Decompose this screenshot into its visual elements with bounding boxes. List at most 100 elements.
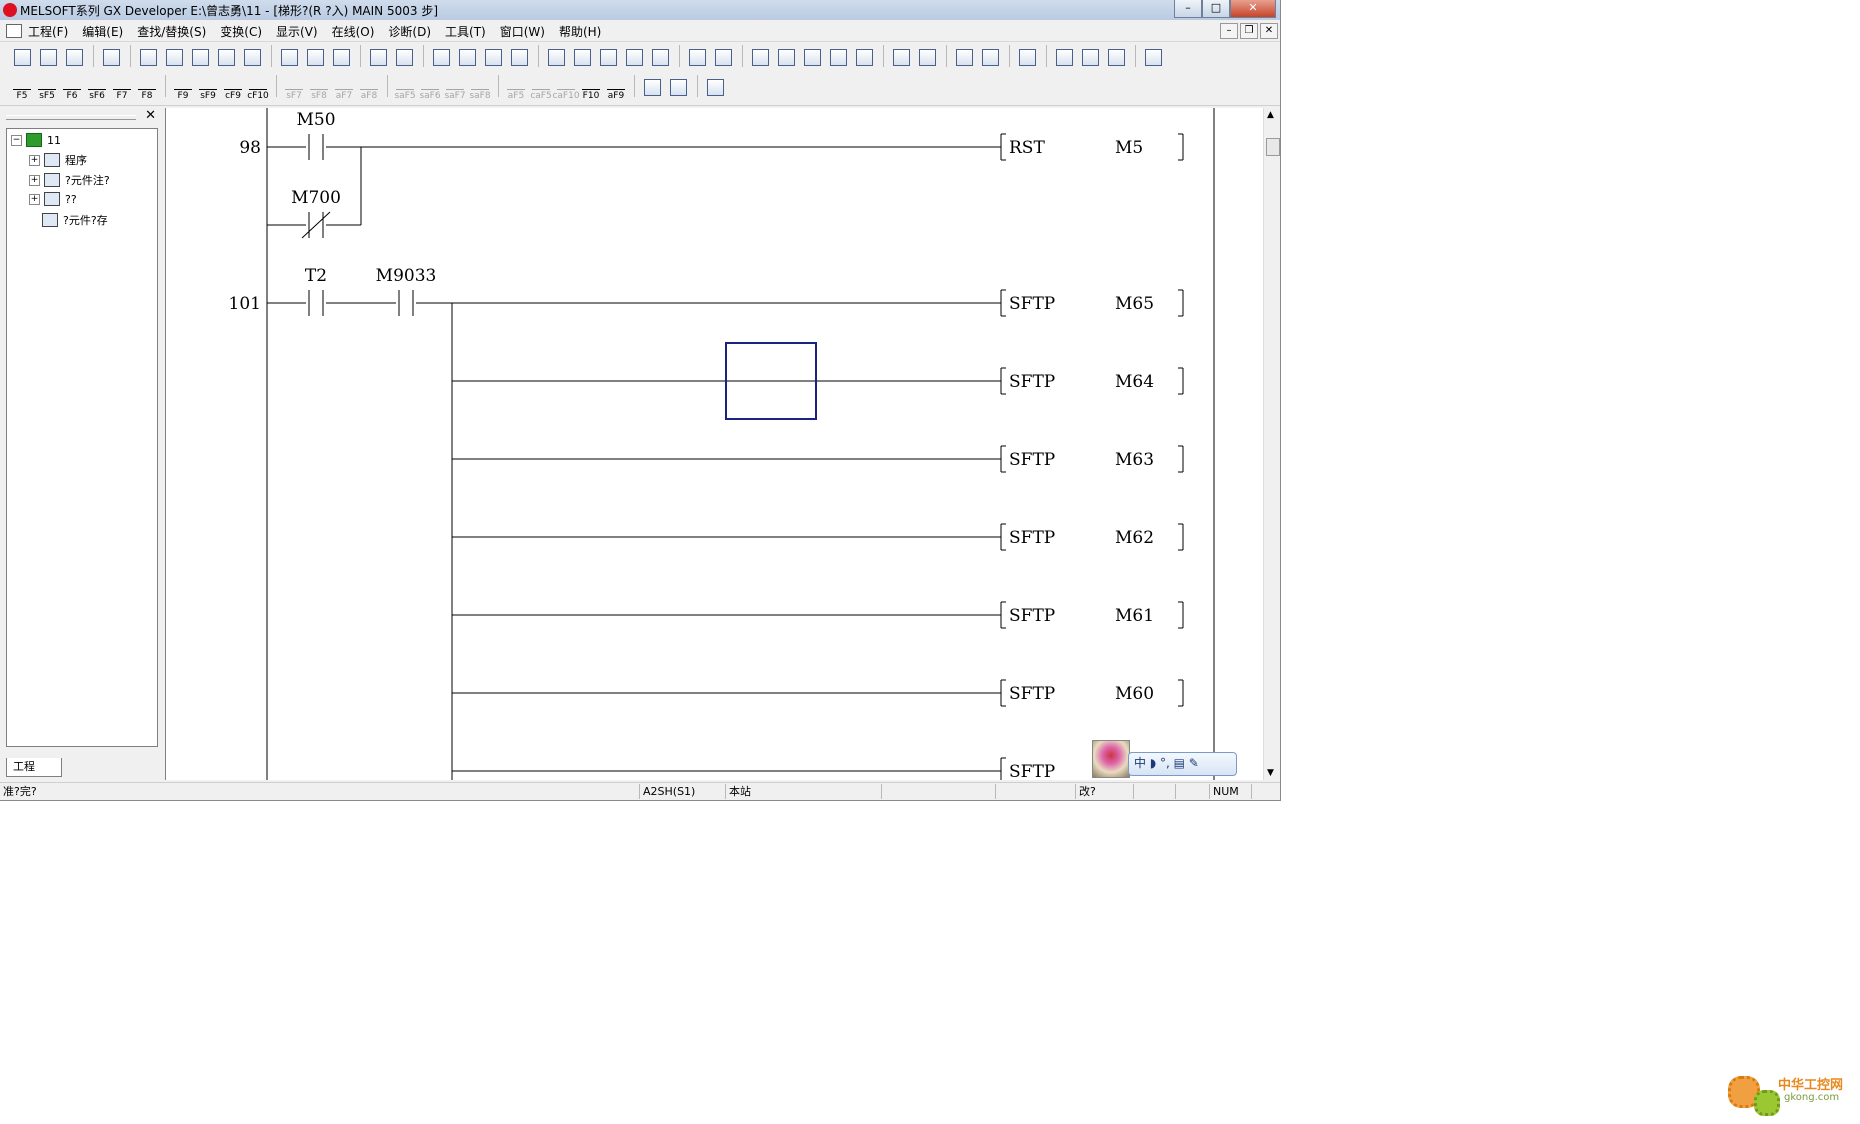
window-tile-icon[interactable]	[978, 45, 1002, 69]
scroll-thumb[interactable]	[1266, 138, 1280, 156]
undo-icon[interactable]	[214, 45, 238, 69]
monitor-stop-icon[interactable]	[711, 45, 735, 69]
list-view-icon[interactable]	[570, 45, 594, 69]
step-jump-icon[interactable]	[889, 45, 913, 69]
no-contact-button[interactable]: F5	[10, 75, 34, 101]
menu-find-replace[interactable]: 查找/替换(S)	[137, 23, 206, 40]
delete-horizontal-line-button[interactable]: cF9	[221, 75, 245, 101]
new-icon[interactable]	[10, 45, 34, 69]
nc-contact-button[interactable]: F6	[60, 75, 84, 101]
expand-icon[interactable]: +	[29, 174, 40, 186]
menu-view[interactable]: 显示(V)	[276, 23, 318, 40]
horizontal-line-button[interactable]: F9	[171, 75, 195, 101]
ladder-view-icon[interactable]	[544, 45, 568, 69]
diagnostic-icon[interactable]	[852, 45, 876, 69]
test-icon[interactable]	[507, 45, 531, 69]
falling-pulse-button[interactable]: sF8	[307, 75, 331, 101]
mdi-minimize-button[interactable]: –	[1220, 23, 1238, 39]
comment-edit-icon[interactable]	[640, 75, 664, 99]
parallel-rising-pulse-button[interactable]: aF7	[332, 75, 356, 101]
device-batch-icon[interactable]	[748, 45, 772, 69]
close-button[interactable]: ✕	[1230, 0, 1276, 18]
parallel-falling-pulse-button[interactable]: aF8	[357, 75, 381, 101]
buffer-memory-icon[interactable]	[826, 45, 850, 69]
find-instruction-icon[interactable]	[303, 45, 327, 69]
menu-help[interactable]: 帮助(H)	[559, 23, 601, 40]
delete-line-button[interactable]: aF9	[604, 75, 628, 101]
document-icon[interactable]	[6, 24, 22, 38]
vertical-scrollbar[interactable]: ▲ ▼	[1263, 108, 1280, 780]
read-plc-icon[interactable]	[392, 45, 416, 69]
parallel-rising-not-button[interactable]: saF7	[443, 75, 467, 101]
menu-tools[interactable]: 工具(T)	[445, 23, 486, 40]
search-icon[interactable]	[1015, 45, 1039, 69]
scroll-down-icon[interactable]: ▼	[1267, 768, 1274, 778]
ime-avatar[interactable]	[1092, 740, 1130, 778]
select-icon[interactable]	[915, 45, 939, 69]
falling-pulse-not-button[interactable]: saF6	[418, 75, 442, 101]
alias-view-icon[interactable]	[622, 45, 646, 69]
rising-pulse-button[interactable]: sF7	[282, 75, 306, 101]
delete-vertical-line-button[interactable]: cF10	[246, 75, 270, 101]
ladder-diagram[interactable]: 98 M50 M700 RST M5 101 T2 M9033 SFTP M65 SFTP M64 SF…	[166, 108, 1266, 780]
note-edit-icon[interactable]	[703, 75, 727, 99]
menu-edit[interactable]: 编辑(E)	[82, 23, 123, 40]
parallel-nc-contact-button[interactable]: sF6	[85, 75, 109, 101]
scroll-up-icon[interactable]: ▲	[1267, 110, 1274, 120]
save-icon[interactable]	[62, 45, 86, 69]
menu-project[interactable]: 工程(F)	[28, 23, 68, 40]
operation-falling-button[interactable]: caF5	[529, 75, 553, 101]
device-test-icon[interactable]	[800, 45, 824, 69]
menu-online[interactable]: 在线(O)	[332, 23, 375, 40]
pane-close-icon[interactable]: ✕	[145, 108, 156, 123]
expand-icon[interactable]: +	[29, 154, 40, 166]
write-plc-icon[interactable]	[366, 45, 390, 69]
mdi-restore-button[interactable]: ❐	[1240, 23, 1258, 39]
draw-line-button[interactable]: F10	[579, 75, 603, 101]
menu-convert[interactable]: 变换(C)	[220, 23, 262, 40]
statement-view-icon[interactable]	[648, 45, 672, 69]
zoom-out-icon[interactable]	[455, 45, 479, 69]
cross-reference-icon[interactable]	[329, 45, 353, 69]
insert-column-icon[interactable]	[1104, 45, 1128, 69]
ime-toolbar[interactable]: 中 ◗ °, ▤ ✎	[1092, 740, 1237, 778]
find-device-icon[interactable]	[277, 45, 301, 69]
ladder-editor[interactable]: 98 M50 M700 RST M5 101 T2 M9033 SFTP M65 SFTP M64 SF…	[165, 108, 1266, 780]
tree-item-device-memory[interactable]: ?元件?存	[42, 212, 108, 228]
monitor-icon[interactable]	[481, 45, 505, 69]
ime-bar[interactable]: 中 ◗ °, ▤ ✎	[1128, 752, 1237, 776]
comment-view-icon[interactable]	[596, 45, 620, 69]
tree-root[interactable]: − 11	[11, 133, 61, 147]
screen-icon[interactable]	[1141, 45, 1165, 69]
mdi-close-button[interactable]: ✕	[1260, 23, 1278, 39]
copy-icon[interactable]	[162, 45, 186, 69]
open-icon[interactable]	[36, 45, 60, 69]
rising-pulse-not-button[interactable]: saF5	[393, 75, 417, 101]
operation-rising-button[interactable]: aF5	[504, 75, 528, 101]
tree-item-parameter[interactable]: + ??	[29, 192, 77, 206]
coil-button[interactable]: F7	[110, 75, 134, 101]
expand-icon[interactable]: +	[29, 193, 40, 205]
print-icon[interactable]	[99, 45, 123, 69]
paste-icon[interactable]	[188, 45, 212, 69]
menu-diagnostics[interactable]: 诊断(D)	[388, 23, 431, 40]
entry-data-icon[interactable]	[774, 45, 798, 69]
vertical-line-button[interactable]: sF9	[196, 75, 220, 101]
zoom-in-icon[interactable]	[429, 45, 453, 69]
menu-window[interactable]: 窗口(W)	[500, 23, 545, 40]
minimize-button[interactable]: –	[1174, 0, 1202, 18]
collapse-icon[interactable]: −	[11, 134, 22, 146]
insert-row-icon[interactable]	[1052, 45, 1076, 69]
parallel-no-contact-button[interactable]: sF5	[35, 75, 59, 101]
cut-icon[interactable]	[136, 45, 160, 69]
monitor-start-icon[interactable]	[685, 45, 709, 69]
tree-item-device-comment[interactable]: + ?元件注?	[29, 172, 110, 188]
pane-grip[interactable]	[6, 115, 136, 120]
invert-button[interactable]: caF10	[552, 75, 580, 101]
tab-project[interactable]: 工程	[6, 758, 62, 777]
application-instruction-button[interactable]: F8	[135, 75, 159, 101]
window-cascade-icon[interactable]	[952, 45, 976, 69]
statement-edit-icon[interactable]	[666, 75, 690, 99]
parallel-falling-not-button[interactable]: saF8	[468, 75, 492, 101]
redo-icon[interactable]	[240, 45, 264, 69]
